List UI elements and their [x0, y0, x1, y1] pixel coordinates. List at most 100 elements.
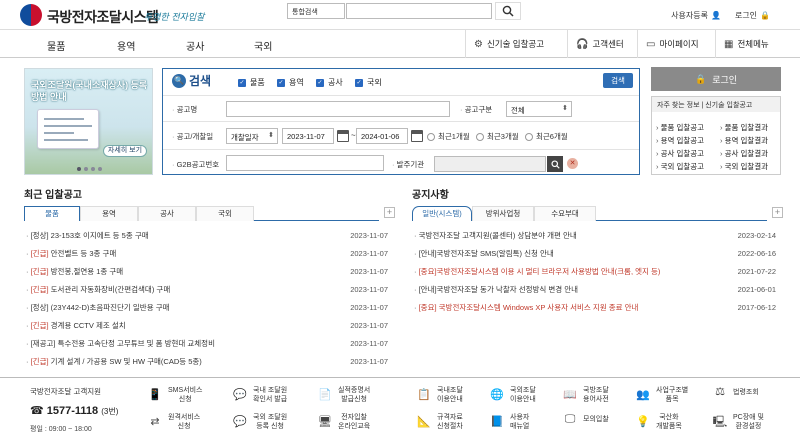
- quick-link[interactable]: 물품 입찰결과: [720, 122, 768, 133]
- search-submit-button[interactable]: 검색: [603, 73, 633, 88]
- quick-link[interactable]: 공사 입찰공고: [656, 148, 704, 159]
- recent-bid-row[interactable]: [긴급] 기계 설계 / 가공용 SW 및 HW 구매(CAD등 5종) 2023…: [26, 352, 388, 370]
- shortcut-left[interactable]: 📱 SMS서비스 신청: [148, 386, 202, 404]
- period-1m-radio[interactable]: 최근1개월: [427, 131, 470, 142]
- clear-icon[interactable]: ✕: [567, 158, 578, 169]
- shortcut-left[interactable]: 🖥 전자입찰 온라인교육: [318, 413, 370, 431]
- banner-detail-button[interactable]: 자세히 보기: [103, 145, 147, 157]
- search-button[interactable]: [495, 2, 521, 20]
- lock-icon: 🔒: [760, 11, 770, 20]
- notice-more-button[interactable]: +: [772, 207, 783, 218]
- notice-row[interactable]: [중요]국방전자조달시스템 이용 시 멀티 브라우저 사용방법 안내(크롬, 엣…: [414, 262, 776, 280]
- nav-service[interactable]: 용역: [117, 38, 135, 53]
- date-type-select[interactable]: 개찰일자: [226, 128, 278, 144]
- notice-text: 국방전자조달 고객지원(콜센터) 상담분야 개편 안내: [414, 230, 577, 241]
- tab-goods[interactable]: 물품: [24, 206, 80, 221]
- radio-icon: [427, 132, 435, 141]
- notice-name-input[interactable]: [226, 101, 450, 117]
- shortcut-right[interactable]: 📘 사용자 매뉴얼: [490, 413, 529, 431]
- recent-more-button[interactable]: +: [384, 207, 395, 218]
- globe-icon: 🌐: [490, 388, 504, 401]
- quick-link[interactable]: 용역 입찰결과: [720, 135, 768, 146]
- notice-row[interactable]: [안내]국방전자조달 동가 낙찰자 선정방식 변경 안내 2021-06-01: [414, 280, 776, 298]
- notice-row[interactable]: [중요] 국방전자조달시스템 Windows XP 사용자 서비스 지원 종료 …: [414, 298, 776, 316]
- promo-banner[interactable]: 국외조달원(국내소재상사) 등록방법 안내 자세히 보기: [24, 68, 153, 175]
- banner-dot[interactable]: [98, 167, 102, 171]
- recent-bid-row[interactable]: [긴급] 방전봉,절연용 1종 구매 2023-11-07: [26, 262, 388, 280]
- shortcut-right[interactable]: 💡 국산화 개발품목: [636, 413, 682, 431]
- recent-bid-row[interactable]: [재공고] 특수전용 고속단정 고무튜브 및 폼 방현대 교체정비 2023-11…: [26, 334, 388, 352]
- date-to-input[interactable]: 2024-01-06: [356, 128, 408, 144]
- chat-icon: 💬: [233, 415, 247, 428]
- org-input[interactable]: [434, 156, 546, 172]
- recent-bid-row[interactable]: [긴급] 경계용 CCTV 제조 설치 2023-11-07: [26, 316, 388, 334]
- calendar-icon[interactable]: [337, 130, 349, 142]
- check-construction[interactable]: ✓ 공사: [316, 77, 343, 88]
- tab-dapa[interactable]: 방위사업청: [472, 206, 534, 221]
- tab-unit[interactable]: 수요부대: [534, 206, 596, 221]
- logo-mark[interactable]: [20, 4, 42, 26]
- quick-link[interactable]: 국외 입찰결과: [720, 161, 768, 172]
- shortcut-right[interactable]: 👥 사업구조별 품목: [636, 386, 688, 404]
- nav-construction[interactable]: 공사: [186, 38, 204, 53]
- shortcut-right[interactable]: 🌐 국외조달 이용안내: [490, 386, 536, 404]
- user-register-link[interactable]: 사용자등록 👤: [671, 10, 721, 21]
- notice-row[interactable]: [안내]국방전자조달 SMS(알림톡) 신청 안내 2022-06-16: [414, 244, 776, 262]
- bid-title: [긴급] 방전봉,절연용 1종 구매: [26, 266, 124, 277]
- shortcut-left[interactable]: 💬 국내 조달원 확인서 발급: [233, 386, 287, 404]
- tab-general[interactable]: 일반(시스템): [412, 206, 472, 221]
- banner-dot[interactable]: [91, 167, 95, 171]
- shortcut-right[interactable]: 📖 국방조달 용어사전: [563, 386, 609, 404]
- period-3m-radio[interactable]: 최근3개월: [476, 131, 519, 142]
- tab-service[interactable]: 용역: [80, 206, 138, 221]
- nav-overseas[interactable]: 국외: [254, 38, 272, 53]
- shortcut-left[interactable]: 📄 실적증명서 발급신청: [318, 386, 370, 404]
- date-from-input[interactable]: 2023-11-07: [282, 128, 334, 144]
- all-menu-link[interactable]: ▦ 전체메뉴: [715, 30, 769, 58]
- notice-type-select[interactable]: 전체: [506, 101, 572, 117]
- nav-goods[interactable]: 물품: [47, 38, 65, 53]
- search-input[interactable]: [346, 3, 492, 19]
- period-6m-radio[interactable]: 최근6개월: [525, 131, 568, 142]
- cert-icon: 📄: [318, 388, 332, 401]
- tab-construction[interactable]: 공사: [138, 206, 196, 221]
- customer-center-link[interactable]: 🎧 고객센터: [567, 30, 624, 58]
- shortcut-left[interactable]: ⇄ 원격서비스 신청: [148, 413, 200, 431]
- bid-tag: [긴급]: [30, 356, 49, 366]
- login-link[interactable]: 로그인 🔒: [735, 10, 770, 21]
- notice-date: 2022-06-16: [737, 248, 776, 258]
- shortcut-right[interactable]: 🖳 PC장애 및 환경설정: [713, 413, 764, 431]
- recent-bid-row[interactable]: [긴급] 안전벨트 등 3종 구매 2023-11-07: [26, 244, 388, 262]
- notice-row[interactable]: 국방전자조달 고객지원(콜센터) 상담분야 개편 안내 2023-02-14: [414, 226, 776, 244]
- check-goods[interactable]: ✓ 물품: [238, 77, 265, 88]
- shortcut-left[interactable]: 💬 국외 조달원 등록 신청: [233, 413, 287, 431]
- check-overseas[interactable]: ✓ 국외: [355, 77, 382, 88]
- search-scope-select[interactable]: 통합검색: [287, 3, 345, 19]
- logo-text[interactable]: 국방전자조달시스템: [47, 7, 159, 27]
- recent-bid-row[interactable]: [정상] 23-153호 이지에트 등 5종 구매 2023-11-07: [26, 226, 388, 244]
- shortcut-right[interactable]: 🖵 모의입찰: [563, 413, 609, 425]
- shortcut-right[interactable]: ⚖ 법령조회: [713, 386, 759, 398]
- recent-bid-row[interactable]: [긴급] 도서관리 자동화장비(간편검색대) 구매 2023-11-07: [26, 280, 388, 298]
- org-search-button[interactable]: [547, 156, 563, 172]
- edu-icon: 🖥: [318, 415, 332, 428]
- recent-bid-row[interactable]: [정상] (23Y442-D)초음파진단기 일반용 구매 2023-11-07: [26, 298, 388, 316]
- mypage-link[interactable]: ▭ 마이페이지: [637, 30, 699, 58]
- tab-overseas[interactable]: 국외: [196, 206, 254, 221]
- login-button[interactable]: 🔒 로그인: [651, 67, 781, 91]
- quick-link[interactable]: 공사 입찰결과: [720, 148, 768, 159]
- shortcut-right[interactable]: 📐 규격자료 신청절차: [417, 413, 463, 431]
- quick-link[interactable]: 용역 입찰공고: [656, 135, 704, 146]
- banner-dot[interactable]: [84, 167, 88, 171]
- quick-links-title[interactable]: 자주 찾는 정보 | 신기술 입찰공고: [652, 97, 780, 112]
- banner-dot[interactable]: [77, 167, 81, 171]
- shortcut-right[interactable]: 📋 국내조달 이용안내: [417, 386, 463, 404]
- calendar-icon[interactable]: [411, 130, 423, 142]
- bid-title: [정상] (23Y442-D)초음파진단기 일반용 구매: [26, 302, 170, 313]
- new-tech-bid-link[interactable]: ⚙ 신기술 입찰공고: [465, 30, 544, 58]
- quick-link[interactable]: 국외 입찰공고: [656, 161, 704, 172]
- date-label: 공고/개찰일: [172, 131, 214, 142]
- quick-link[interactable]: 물품 입찰공고: [656, 122, 704, 133]
- check-service[interactable]: ✓ 용역: [277, 77, 304, 88]
- g2b-number-input[interactable]: [226, 155, 384, 171]
